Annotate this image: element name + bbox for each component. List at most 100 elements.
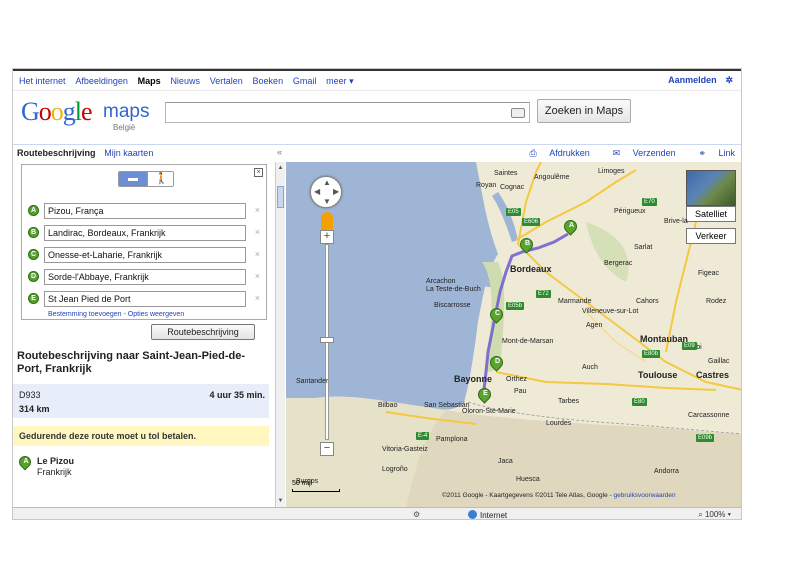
print-link[interactable]: ⎙ Afdrukken [520,148,590,158]
link-label: Link [718,148,735,158]
city-bordeaux: Bordeaux [510,264,552,274]
nav-web[interactable]: Het internet [19,76,66,86]
zoom-in-button[interactable]: + [320,230,334,244]
signin-link[interactable]: Aanmelden [668,75,717,85]
show-options-link[interactable]: Opties weergeven [128,311,184,318]
gear-icon[interactable]: ✲ [725,75,733,86]
nav-news[interactable]: Nieuws [170,76,200,86]
waypoint-input[interactable]: Pizou, França [44,203,246,219]
nav-gmail[interactable]: Gmail [293,76,317,86]
remove-waypoint-icon[interactable]: × [255,271,260,281]
chain-icon: ⚭ [698,148,709,158]
pan-control[interactable]: ◀ ▶ ▲ ▼ [310,176,342,208]
security-zone[interactable]: Internet [468,510,508,520]
waypoint-marker[interactable]: C [28,249,39,260]
waypoint-input[interactable]: St Jean Pied de Port [44,291,246,307]
city-santander: Santander [296,378,329,385]
waypoint-marker[interactable]: A [28,205,39,216]
zone-label: Internet [480,511,508,520]
city-cognac: Cognac [500,184,525,191]
city-rodez: Rodez [706,298,727,305]
waypoint-row: E St Jean Pied de Port × [28,291,260,307]
pan-right-icon[interactable]: ▶ [333,187,339,196]
send-label: Verzenden [632,148,676,158]
get-directions-button[interactable]: Routebeschrijving [151,324,255,340]
city-jaca: Jaca [498,458,513,465]
close-icon[interactable]: × [254,168,263,177]
remove-waypoint-icon[interactable]: × [255,293,260,303]
city-bilbao: Bilbao [378,402,398,409]
city-pamplona: Pamplona [436,436,468,443]
search-button[interactable]: Zoeken in Maps [537,99,631,123]
city-arcachon: Arcachon [426,278,456,285]
tab-directions[interactable]: Routebeschrijving [17,148,96,158]
nav-images[interactable]: Afbeeldingen [75,76,128,86]
google-logo[interactable]: Google [21,97,93,127]
tab-my-maps[interactable]: Mijn kaarten [104,148,153,158]
waypoint-marker[interactable]: D [28,271,39,282]
start-marker-letter: A [23,458,29,465]
magnifier-icon: ⌕ [698,510,705,519]
waypoint-input[interactable]: Landirac, Bordeaux, Frankrijk [44,225,246,241]
city-royan: Royan [476,182,497,189]
scroll-down-icon[interactable]: ▼ [277,497,284,505]
route-summary[interactable]: D933 4 uur 35 min. 314 km [13,384,269,418]
nav-more[interactable]: meer ▾ [326,76,354,86]
remove-waypoint-icon[interactable]: × [255,249,260,259]
city-carcassonne: Carcassonne [688,412,730,419]
route-road: D933 [19,390,41,400]
city-tarbes: Tarbes [558,398,580,405]
city-lourdes: Lourdes [546,420,572,427]
route-marker-a-letter: A [568,222,575,229]
route-marker-d-letter: D [494,358,501,365]
account-area: Aanmelden ✲ [668,75,733,86]
city-perigueux: Périgueux [614,208,646,215]
zoom-level[interactable]: ⌕ 100% ▾ [698,510,731,519]
road-sign: E-4 [416,432,430,440]
street-view-pegman-icon[interactable] [321,212,333,230]
search-input[interactable] [165,102,530,123]
remove-waypoint-icon[interactable]: × [255,227,260,237]
city-vitoria: Vitoria-Gasteiz [382,446,428,453]
car-icon[interactable]: ▬ [119,172,147,186]
waypoint-input[interactable]: Onesse-et-Laharie, Frankrijk [44,247,246,263]
waypoint-marker[interactable]: E [28,293,39,304]
collapse-panel-icon[interactable]: « [277,147,282,157]
remove-waypoint-icon[interactable]: × [255,205,260,215]
pan-down-icon[interactable]: ▼ [323,197,331,206]
pan-up-icon[interactable]: ▲ [323,178,331,187]
city-gaillac: Gaillac [708,358,730,365]
route-marker-b-letter: B [524,240,531,247]
city-logrono: Logroño [382,466,408,473]
nav-maps[interactable]: Maps [138,76,161,86]
waypoint-input[interactable]: Sorde-l'Abbaye, Frankrijk [44,269,246,285]
route-marker-c-letter: C [494,310,501,317]
terms-link[interactable]: gebruiksvoorwaarden [613,492,675,499]
satellite-thumbnail[interactable] [686,170,736,206]
nav-translate[interactable]: Vertalen [210,76,243,86]
logo-product: maps [103,101,150,122]
link-link[interactable]: ⚭ Link [688,148,735,158]
traffic-button[interactable]: Verkeer [686,228,736,244]
city-limoges: Limoges [598,168,625,175]
result-title: Routebeschrijving naar Saint-Jean-Pied-d… [17,350,245,375]
send-link[interactable]: ✉ Verzenden [603,148,676,158]
scroll-up-icon[interactable]: ▲ [277,164,284,172]
city-huesca: Huesca [516,476,540,483]
pan-left-icon[interactable]: ◀ [314,187,320,196]
map-view[interactable]: Satelliet Verkeer ◀ ▶ ▲ ▼ + − Limoges An… [286,162,741,507]
walk-icon[interactable]: 🚶 [147,172,173,186]
waypoint-marker[interactable]: B [28,227,39,238]
zoom-thumb[interactable] [320,337,334,343]
zoom-out-button[interactable]: − [320,442,334,456]
satellite-button[interactable]: Satelliet [686,206,736,222]
add-destination-link[interactable]: Bestemming toevoegen [48,311,122,318]
route-time: 4 uur 35 min. [209,390,265,400]
scroll-thumb[interactable] [277,186,284,208]
waypoint-row: A Pizou, França × [28,203,260,219]
logo-country: België [113,123,136,132]
travel-mode-toggle: ▬ 🚶 [118,171,174,187]
nav-books[interactable]: Boeken [253,76,284,86]
keyboard-icon[interactable] [511,108,525,118]
panel-scrollbar[interactable]: ▲ ▼ [275,162,285,507]
